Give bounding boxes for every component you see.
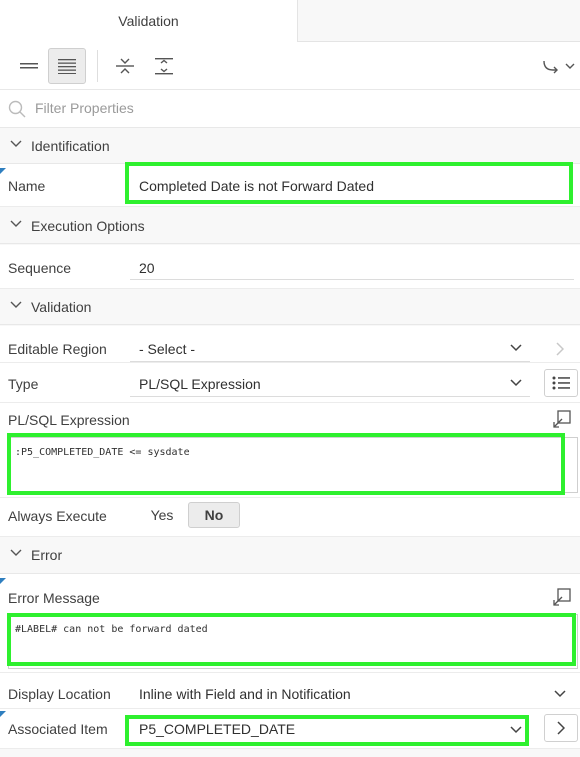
section-error[interactable]: Error bbox=[0, 537, 580, 574]
sequence-label: Sequence bbox=[8, 260, 72, 276]
expand-editor-icon[interactable] bbox=[553, 588, 571, 606]
name-label: Name bbox=[8, 178, 46, 194]
row-sequence: Sequence 20 bbox=[0, 245, 580, 289]
lines-two-icon bbox=[20, 63, 38, 69]
always-execute-label: Always Execute bbox=[8, 508, 107, 524]
type-label: Type bbox=[8, 376, 39, 392]
row-display-location: Display Location Inline with Field and i… bbox=[0, 673, 580, 709]
tab-validation[interactable]: Validation bbox=[0, 0, 298, 42]
toolbar-separator bbox=[97, 50, 98, 82]
display-location-select[interactable]: Inline with Field and in Notification bbox=[139, 686, 351, 702]
tab-validation-label: Validation bbox=[118, 13, 179, 29]
type-underline bbox=[130, 396, 530, 397]
error-message-label: Error Message bbox=[8, 590, 100, 606]
filter-bar[interactable]: Filter Properties bbox=[0, 90, 580, 128]
collapse-icon bbox=[116, 58, 134, 74]
sequence-input[interactable]: 20 bbox=[139, 260, 155, 276]
expand-icon bbox=[155, 58, 173, 75]
row-editable-region: Editable Region - Select - bbox=[0, 326, 580, 363]
editable-region-underline bbox=[130, 361, 530, 362]
required-marker bbox=[0, 168, 6, 174]
plsql-expression-label: PL/SQL Expression bbox=[8, 412, 130, 428]
section-execution-options[interactable]: Execution Options bbox=[0, 208, 580, 244]
always-execute-no[interactable]: No bbox=[188, 502, 240, 528]
chevron-down-icon bbox=[10, 220, 22, 227]
tab-bar: Validation bbox=[0, 0, 580, 42]
section-validation[interactable]: Validation bbox=[0, 289, 580, 325]
chevron-down-icon[interactable] bbox=[554, 690, 566, 698]
section-title: Validation bbox=[31, 299, 92, 315]
bottom-spacer bbox=[0, 749, 580, 757]
associated-item-go-button[interactable] bbox=[544, 714, 578, 742]
search-icon bbox=[8, 100, 26, 118]
highlight-associated-item bbox=[125, 715, 529, 746]
toolbar bbox=[0, 42, 580, 90]
always-execute-yes[interactable]: Yes bbox=[140, 507, 184, 523]
section-title: Execution Options bbox=[31, 218, 145, 234]
highlight-plsql-expression bbox=[7, 433, 565, 495]
tab-bar-empty bbox=[298, 0, 580, 41]
always-execute-no-label: No bbox=[204, 507, 224, 523]
required-marker bbox=[0, 578, 6, 584]
go-to-group-button[interactable] bbox=[538, 48, 578, 84]
editable-region-select[interactable]: - Select - bbox=[139, 341, 195, 357]
editable-region-label: Editable Region bbox=[8, 341, 107, 357]
highlight-error-message bbox=[7, 613, 576, 666]
sequence-underline bbox=[130, 279, 574, 280]
type-list-button[interactable] bbox=[544, 369, 578, 397]
type-select[interactable]: PL/SQL Expression bbox=[139, 376, 261, 392]
section-title: Error bbox=[31, 547, 63, 563]
show-all-button[interactable] bbox=[48, 48, 86, 84]
arrow-goto-icon bbox=[543, 60, 575, 74]
display-location-label: Display Location bbox=[8, 686, 111, 702]
chevron-down-icon[interactable] bbox=[510, 344, 522, 352]
required-marker bbox=[0, 711, 6, 717]
row-always-execute: Always Execute bbox=[0, 498, 580, 537]
highlight-name bbox=[125, 162, 573, 204]
row-type: Type PL/SQL Expression bbox=[0, 363, 580, 403]
associated-item-label: Associated Item bbox=[8, 721, 108, 737]
lines-many-icon bbox=[58, 59, 76, 74]
chevron-right-icon bbox=[557, 721, 565, 735]
chevron-down-icon[interactable] bbox=[510, 379, 522, 387]
list-icon bbox=[552, 376, 570, 390]
expand-editor-icon[interactable] bbox=[553, 410, 571, 428]
section-title: Identification bbox=[31, 138, 110, 154]
chevron-down-icon bbox=[10, 140, 22, 147]
show-common-button[interactable] bbox=[10, 48, 48, 84]
expand-all-button[interactable] bbox=[145, 48, 183, 84]
chevron-right-icon bbox=[556, 342, 564, 356]
section-identification[interactable]: Identification bbox=[0, 128, 580, 164]
chevron-down-icon bbox=[10, 549, 22, 556]
filter-input[interactable]: Filter Properties bbox=[35, 100, 134, 116]
collapse-all-button[interactable] bbox=[106, 48, 144, 84]
chevron-down-icon bbox=[10, 301, 22, 308]
